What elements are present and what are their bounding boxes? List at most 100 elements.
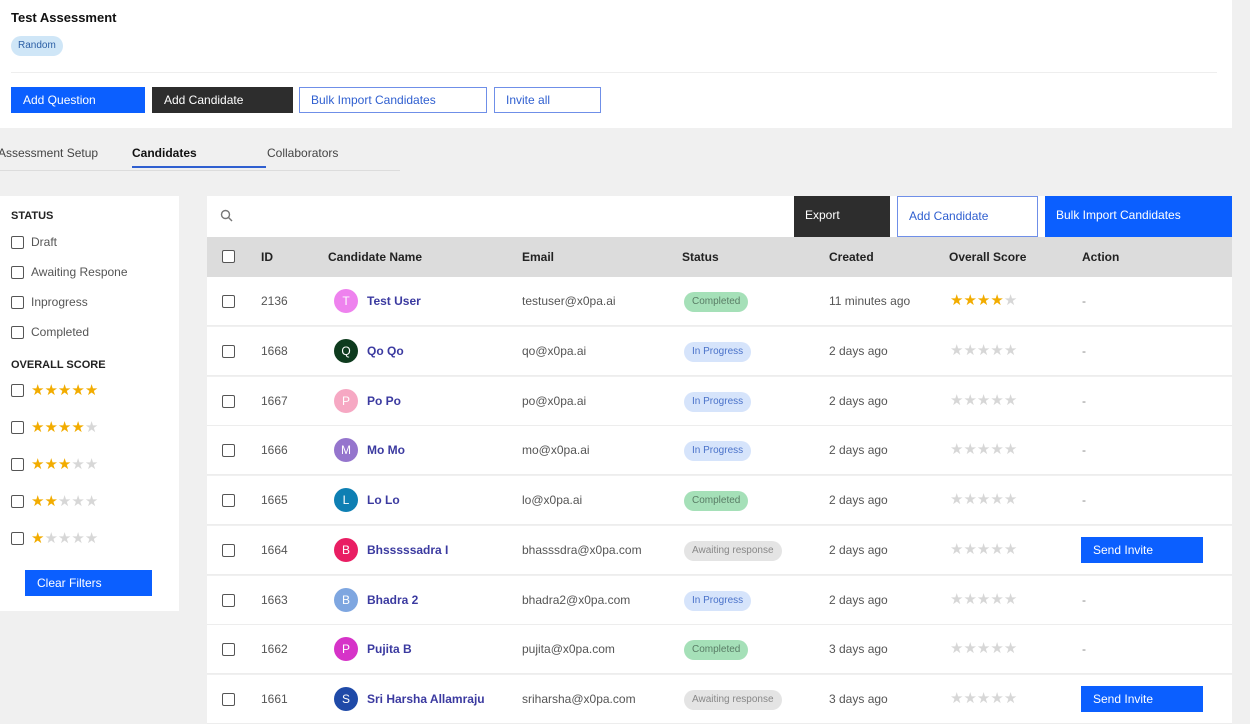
overall-score-stars: ★ ★ ★ ★ ★	[950, 393, 1017, 408]
bulk-import-header-button[interactable]: Bulk Import Candidates	[299, 87, 487, 113]
star-rating: ★ ★ ★ ★ ★	[31, 531, 98, 546]
checkbox[interactable]	[11, 420, 24, 434]
checkbox[interactable]	[11, 494, 24, 508]
candidate-name-link[interactable]: Test User	[367, 294, 421, 308]
add-question-button[interactable]: Add Question	[11, 87, 145, 113]
checkbox[interactable]	[11, 295, 24, 309]
checkbox[interactable]	[11, 457, 24, 471]
candidate-name-cell[interactable]: S Sri Harsha Allamraju	[334, 687, 485, 711]
candidate-name-cell[interactable]: B Bhsssssadra I	[334, 537, 448, 562]
row-checkbox[interactable]	[222, 444, 235, 458]
overall-score-stars: ★ ★ ★ ★ ★	[950, 492, 1017, 507]
status-badge: In Progress	[684, 441, 752, 462]
candidate-name-cell[interactable]: P Pujita B	[334, 637, 412, 662]
clear-filters-button[interactable]: Clear Filters	[25, 570, 152, 596]
table-row[interactable]: 1668 Q Qo Qo qo@x0pa.ai In Progress 2 days ag…	[207, 326, 1232, 376]
candidate-name-link[interactable]: Mo Mo	[367, 443, 405, 457]
row-checkbox[interactable]	[222, 344, 235, 358]
overall-score-stars: ★ ★ ★ ★ ★	[950, 293, 1017, 308]
overall-score-stars: ★ ★ ★ ★ ★	[950, 343, 1017, 358]
filter-label: Inprogress	[31, 295, 88, 309]
add-candidate-button[interactable]: Add Candidate	[897, 196, 1038, 237]
star-icon: ★	[976, 292, 991, 309]
score-filter-1-stars[interactable]: ★ ★ ★ ★ ★	[11, 530, 98, 546]
tab-collaborators[interactable]: Collaborators	[267, 146, 338, 160]
star-icon: ★	[990, 441, 1004, 459]
star-icon: ★	[990, 640, 1004, 658]
avatar: T	[334, 289, 358, 313]
select-all-checkbox[interactable]	[222, 250, 235, 263]
tab-candidates[interactable]: Candidates	[132, 146, 197, 160]
star-icon: ★	[950, 341, 964, 359]
table-row[interactable]: 1661 S Sri Harsha Allamraju sriharsha@x0pa.…	[207, 675, 1232, 724]
created-time: 2 days ago	[829, 443, 888, 458]
checkbox[interactable]	[11, 325, 24, 339]
star-icon: ★	[71, 455, 85, 473]
add-candidate-header-button[interactable]: Add Candidate	[152, 87, 293, 113]
candidate-name-link[interactable]: Bhadra 2	[367, 593, 418, 607]
row-checkbox[interactable]	[222, 543, 235, 557]
status-filter-completed[interactable]: Completed	[11, 324, 89, 340]
candidate-name-link[interactable]: Pujita B	[367, 642, 412, 656]
status-filter-awaiting[interactable]: Awaiting Respone	[11, 264, 128, 280]
status-badge: Awaiting response	[684, 540, 782, 561]
candidate-name-cell[interactable]: L Lo Lo	[334, 488, 400, 512]
score-filter-4-stars[interactable]: ★ ★ ★ ★ ★	[11, 419, 98, 435]
star-icon: ★	[963, 590, 977, 608]
star-icon: ★	[950, 441, 964, 459]
candidate-name-link[interactable]: Lo Lo	[367, 493, 400, 507]
candidate-name-link[interactable]: Qo Qo	[367, 344, 404, 358]
star-icon: ★	[963, 690, 977, 707]
created-time: 2 days ago	[829, 393, 888, 408]
checkbox[interactable]	[11, 235, 24, 249]
score-filter-2-stars[interactable]: ★ ★ ★ ★ ★	[11, 493, 98, 509]
score-filter-5-stars[interactable]: ★ ★ ★ ★ ★	[11, 382, 98, 398]
checkbox[interactable]	[11, 265, 24, 279]
avatar: P	[334, 388, 358, 413]
export-button[interactable]: Export	[794, 196, 890, 237]
table-row[interactable]: 1666 M Mo Mo mo@x0pa.ai In Progress 2 days ag…	[207, 426, 1232, 476]
action-placeholder: -	[1082, 294, 1086, 308]
action-placeholder: -	[1082, 592, 1086, 607]
table-row[interactable]: 1664 B Bhsssssadra I bhasssdra@x0pa.com Awai…	[207, 525, 1232, 575]
table-row[interactable]: 2136 T Test User testuser@x0pa.ai Completed 1…	[207, 277, 1232, 326]
checkbox[interactable]	[11, 383, 24, 397]
row-checkbox[interactable]	[222, 295, 235, 308]
table-row[interactable]: 1665 L Lo Lo lo@x0pa.ai Completed 2 days ago ★…	[207, 476, 1232, 525]
candidate-name-cell[interactable]: T Test User	[334, 289, 421, 313]
bulk-import-button[interactable]: Bulk Import Candidates	[1045, 196, 1232, 237]
star-icon: ★	[57, 455, 72, 473]
created-time: 11 minutes ago	[829, 294, 911, 308]
candidate-name-cell[interactable]: M Mo Mo	[334, 438, 405, 463]
send-invite-button[interactable]: Send Invite	[1081, 686, 1203, 712]
invite-all-button[interactable]: Invite all	[494, 87, 601, 113]
row-checkbox[interactable]	[222, 394, 235, 408]
checkbox[interactable]	[11, 531, 24, 545]
star-icon: ★	[990, 590, 1004, 608]
table-row[interactable]: 1667 P Po Po po@x0pa.ai In Progress 2 days ag…	[207, 376, 1232, 426]
star-icon: ★	[1003, 640, 1018, 658]
search-icon[interactable]	[220, 209, 233, 227]
star-icon: ★	[963, 341, 977, 359]
table-row[interactable]: 1662 P Pujita B pujita@x0pa.com Completed 3 d…	[207, 625, 1232, 675]
status-badge: Completed	[684, 292, 749, 312]
table-row[interactable]: 1663 B Bhadra 2 bhadra2@x0pa.com In Progress…	[207, 575, 1232, 625]
row-checkbox[interactable]	[222, 693, 235, 706]
star-icon: ★	[44, 381, 58, 399]
status-filter-inprogress[interactable]: Inprogress	[11, 294, 88, 310]
tab-assessment-setup[interactable]: Assessment Setup	[0, 146, 98, 160]
candidate-name-link[interactable]: Sri Harsha Allamraju	[367, 692, 485, 706]
created-time: 2 days ago	[829, 542, 888, 557]
candidate-name-cell[interactable]: P Po Po	[334, 388, 401, 413]
score-filter-3-stars[interactable]: ★ ★ ★ ★ ★	[11, 456, 98, 472]
send-invite-button[interactable]: Send Invite	[1081, 536, 1203, 563]
candidate-name-link[interactable]: Bhsssssadra I	[367, 543, 448, 557]
row-checkbox[interactable]	[222, 643, 235, 657]
candidate-name-link[interactable]: Po Po	[367, 394, 401, 408]
candidate-name-cell[interactable]: Q Qo Qo	[334, 338, 404, 363]
row-checkbox[interactable]	[222, 593, 235, 607]
candidate-id: 1666	[261, 443, 288, 458]
candidate-name-cell[interactable]: B Bhadra 2	[334, 587, 418, 612]
row-checkbox[interactable]	[222, 494, 235, 507]
status-filter-draft[interactable]: Draft	[11, 234, 57, 250]
